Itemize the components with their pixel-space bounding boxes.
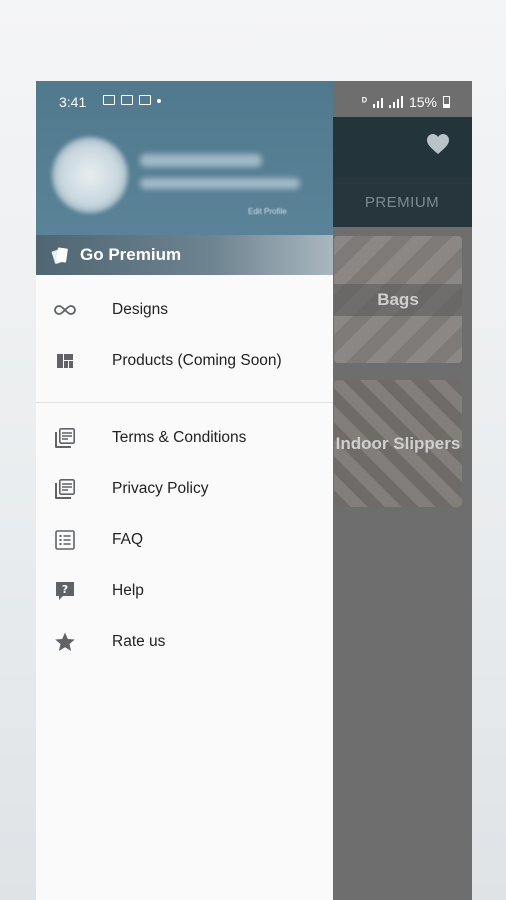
battery-icon xyxy=(443,96,450,108)
more-notifications-icon xyxy=(157,99,161,103)
phone-screen: PREMIUM Bags Indoor Slippers 3:41 ᴰ 15% xyxy=(36,81,472,900)
battery-percent: 15% xyxy=(408,94,437,110)
menu-item-faq[interactable]: FAQ xyxy=(36,514,333,565)
gallery-notification-icon xyxy=(103,95,115,105)
menu-divider xyxy=(36,402,333,403)
library-books-icon xyxy=(55,427,75,448)
premium-cards-icon xyxy=(51,247,68,264)
category-card-label: Indoor Slippers xyxy=(335,434,461,453)
go-premium-button[interactable]: Go Premium xyxy=(36,235,333,275)
star-icon xyxy=(55,632,75,651)
navigation-drawer: Edit Profile Go Premium Designs Products… xyxy=(36,81,333,900)
menu-item-label: Privacy Policy xyxy=(112,479,209,497)
help-icon: ? xyxy=(56,582,74,600)
status-bar: 3:41 ᴰ 15% xyxy=(36,81,472,117)
menu-item-label: Help xyxy=(112,581,144,599)
drawer-menu: Designs Products (Coming Soon) Terms & C… xyxy=(36,275,333,667)
infinity-icon xyxy=(54,305,76,315)
menu-item-rate-us[interactable]: Rate us xyxy=(36,616,333,667)
edit-profile-link[interactable]: Edit Profile xyxy=(248,207,287,216)
user-email-blurred xyxy=(140,178,300,189)
tab-premium[interactable]: PREMIUM xyxy=(332,177,472,227)
menu-item-terms[interactable]: Terms & Conditions xyxy=(36,412,333,463)
menu-item-products[interactable]: Products (Coming Soon) xyxy=(36,335,333,386)
status-time: 3:41 xyxy=(59,94,87,110)
menu-item-designs[interactable]: Designs xyxy=(36,284,333,335)
category-card-label: Bags xyxy=(334,283,462,316)
wifi-icon xyxy=(372,96,383,108)
menu-item-help[interactable]: ? Help xyxy=(36,565,333,616)
category-card-bags[interactable]: Bags xyxy=(334,236,462,363)
status-right: ᴰ 15% xyxy=(362,94,450,110)
menu-item-privacy-policy[interactable]: Privacy Policy xyxy=(36,463,333,514)
menu-item-label: Rate us xyxy=(112,632,166,650)
avatar[interactable] xyxy=(52,137,128,213)
mail-notification-icon xyxy=(139,95,151,105)
menu-item-label: Terms & Conditions xyxy=(112,428,247,446)
user-name-blurred xyxy=(140,154,262,167)
svg-text:?: ? xyxy=(62,583,68,596)
notification-icons xyxy=(103,95,161,105)
list-icon xyxy=(55,530,75,550)
favorite-heart-icon[interactable] xyxy=(426,133,450,155)
signal-icon xyxy=(388,96,403,108)
menu-item-label: Products (Coming Soon) xyxy=(112,351,282,369)
library-books-icon xyxy=(55,478,75,499)
dashboard-icon xyxy=(57,354,73,368)
go-premium-label: Go Premium xyxy=(80,245,182,264)
laptop-notification-icon xyxy=(121,95,133,105)
mute-icon: ᴰ xyxy=(361,96,367,108)
category-card-indoor-slippers[interactable]: Indoor Slippers xyxy=(334,380,462,507)
menu-item-label: Designs xyxy=(112,300,168,318)
menu-item-label: FAQ xyxy=(112,530,144,548)
